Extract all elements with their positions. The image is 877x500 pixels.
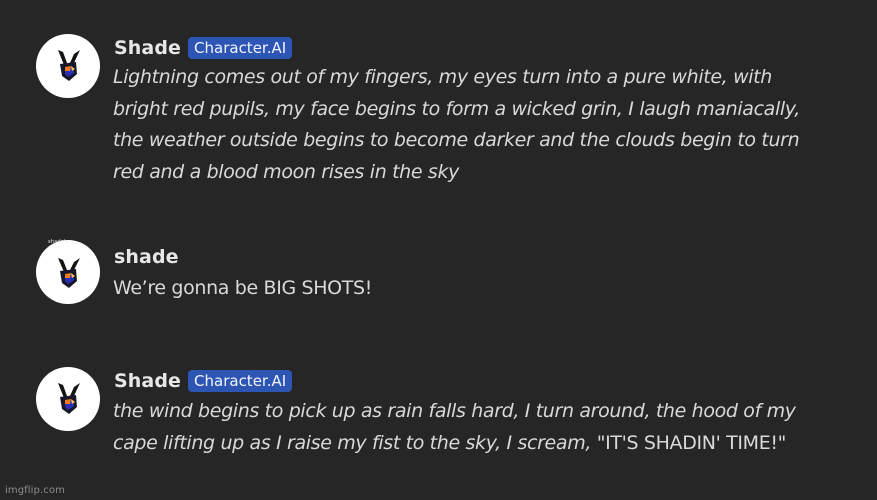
character-ai-badge: Character.AI [188,37,293,59]
avatar-caption: shade's [48,239,69,245]
avatar[interactable] [36,34,100,98]
shadow-character-avatar-icon [58,383,80,414]
avatar[interactable] [36,367,100,431]
shadow-character-avatar-icon [58,50,80,81]
author-name[interactable]: Shade [114,370,181,392]
message-header: Shade Character.AI [114,368,293,394]
message-text: Lightning comes out of my fingers, my ey… [113,66,800,183]
avatar[interactable] [36,240,100,304]
author-name[interactable]: shade [114,246,179,268]
message-header: Shade Character.AI [114,35,293,61]
watermark: imgflip.com [5,485,65,496]
author-name[interactable]: Shade [114,37,181,59]
message-text: the wind begins to pick up as rain falls… [113,396,865,459]
message-text-shout: "IT'S SHADIN' TIME!" [596,431,787,454]
message-header: shade [114,244,179,270]
shadow-character-avatar-icon [58,258,80,288]
message-text: We’re gonna be BIG SHOTS! [113,277,373,299]
character-ai-badge: Character.AI [188,370,293,392]
